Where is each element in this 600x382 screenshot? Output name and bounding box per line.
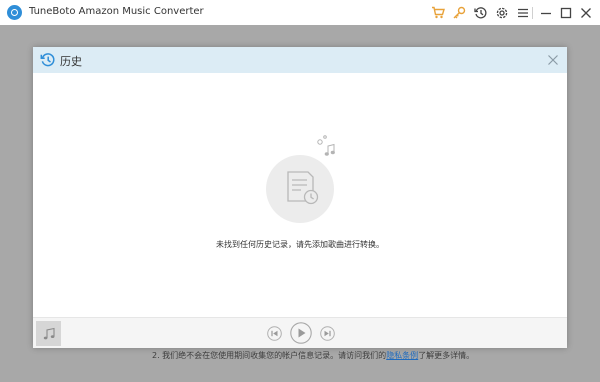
player-bar bbox=[33, 317, 567, 348]
cart-icon[interactable] bbox=[429, 4, 446, 21]
title-bar: TuneBoto Amazon Music Converter bbox=[0, 0, 600, 25]
history-icon bbox=[40, 53, 55, 67]
music-note-icon bbox=[43, 327, 55, 339]
empty-history-message: 未找到任何历史记录，请先添加歌曲进行转换。 bbox=[216, 240, 384, 249]
dialog-title: 历史 bbox=[60, 55, 82, 68]
privacy-policy-link[interactable]: 隐私条例 bbox=[386, 351, 418, 360]
menu-icon[interactable] bbox=[514, 4, 531, 21]
close-icon[interactable] bbox=[577, 4, 594, 21]
album-art-placeholder bbox=[36, 321, 61, 346]
gear-icon[interactable] bbox=[493, 4, 510, 21]
app-logo-icon bbox=[7, 5, 22, 20]
previous-track-button[interactable] bbox=[267, 326, 282, 341]
privacy-notice-prefix: 2. 我们绝不会在您使用期间收集您的帐户信息记录。请访问我们的 bbox=[152, 351, 387, 360]
dialog-close-icon[interactable] bbox=[546, 53, 560, 67]
privacy-notice-suffix: 了解更多详情。 bbox=[418, 351, 475, 360]
maximize-icon[interactable] bbox=[557, 4, 574, 21]
dialog-header: 历史 bbox=[33, 47, 567, 73]
history-icon[interactable] bbox=[472, 4, 489, 21]
toolbar-divider bbox=[532, 7, 533, 19]
minimize-icon[interactable] bbox=[537, 4, 554, 21]
key-icon[interactable] bbox=[450, 4, 467, 21]
next-track-button[interactable] bbox=[320, 326, 335, 341]
empty-history-illustration bbox=[266, 135, 335, 223]
app-title: TuneBoto Amazon Music Converter bbox=[29, 6, 204, 17]
privacy-notice: 2. 我们绝不会在您使用期间收集您的帐户信息记录。请访问我们的隐私条例了解更多详… bbox=[152, 350, 474, 361]
history-dialog: 历史 未找到任何历史记录，请先添加歌曲进行转换。 bbox=[33, 47, 567, 348]
play-button[interactable] bbox=[290, 322, 312, 344]
